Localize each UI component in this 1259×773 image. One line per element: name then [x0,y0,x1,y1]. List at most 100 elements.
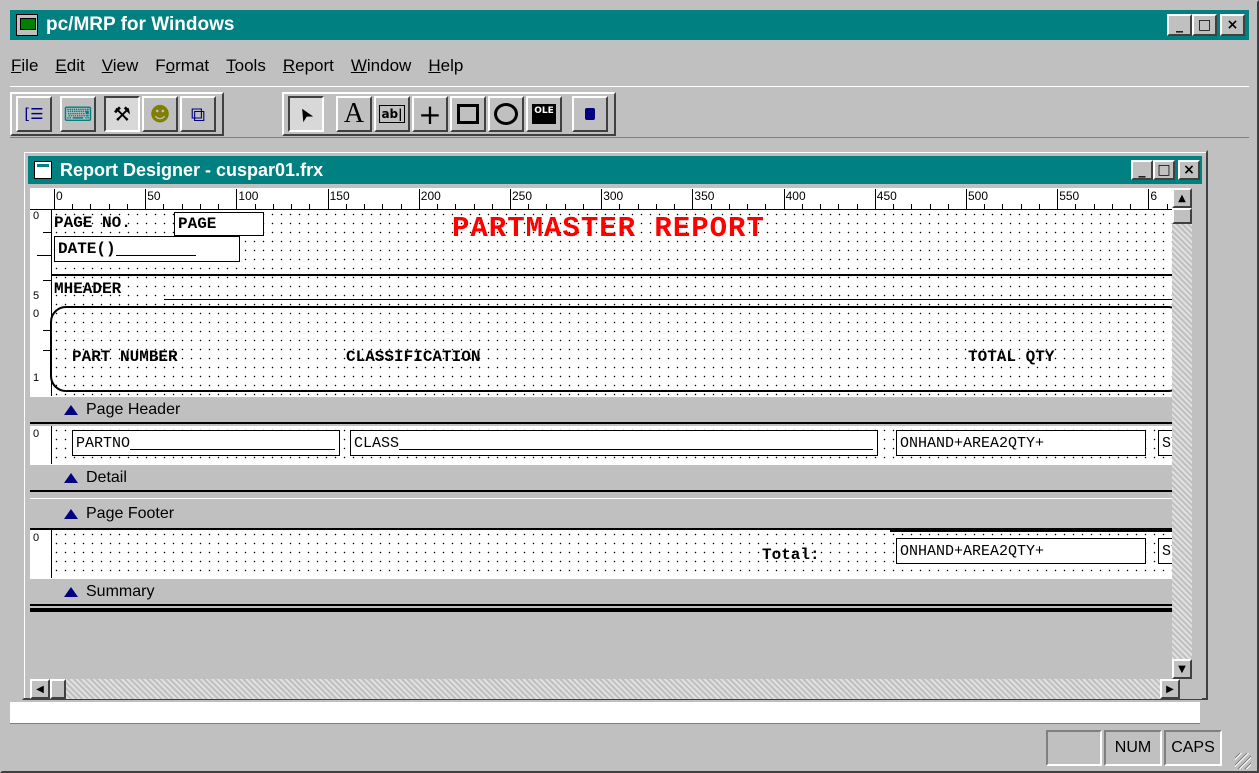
resize-grip[interactable] [1180,679,1202,699]
ruler-tick [1166,204,1168,209]
ruler-tick [838,204,840,209]
vertical-scroll-thumb[interactable] [1172,208,1192,224]
menu-format[interactable]: Format [154,56,210,76]
total-label[interactable]: Total: [762,546,820,564]
total-qty-expression-field[interactable]: ONHAND+AREA2QTY+ [896,538,1146,564]
designer-title-bar[interactable]: Report Designer - cuspar01.frx _ □ × [28,156,1202,184]
detail-band-bar[interactable]: Detail [30,464,1172,492]
color-palette-button[interactable]: ☻ [142,96,178,132]
page-field[interactable]: PAGE [174,212,264,236]
designer-minimize-button[interactable]: _ [1131,160,1153,180]
qty-expression-field[interactable]: ONHAND+AREA2QTY+ [896,430,1146,456]
detail-band[interactable]: PARTNO CLASS ONHAND+AREA2QTY+ ST [52,426,1172,464]
header-divider-line[interactable] [52,274,1172,276]
ruler-tick [181,204,183,209]
rounded-rect-tool-button[interactable] [488,96,524,132]
menu-help[interactable]: Help [427,56,464,76]
menu-view[interactable]: View [101,56,140,76]
designer-maximize-button[interactable]: □ [1153,160,1175,180]
date-field[interactable]: DATE() [54,236,240,262]
summary-top-line[interactable] [890,530,1172,532]
ruler-label: 450 [876,189,897,203]
ruler-tick [163,204,165,209]
ruler-tick [911,204,913,209]
total-st-field[interactable]: ST [1158,538,1172,564]
menu-file[interactable]: File [10,56,39,76]
label-tool-button[interactable]: A [336,96,372,132]
window-resize-grip[interactable] [1235,753,1251,769]
page-header-band-bar[interactable]: Page Header [30,396,1172,424]
layout-button[interactable]: ⧉ [180,96,216,132]
field-list-button[interactable]: [☰ [16,96,52,132]
report-end-line [30,608,1172,612]
close-button[interactable]: × [1220,14,1245,36]
ruler-tick [820,204,822,209]
st-field[interactable]: ST [1158,430,1172,456]
mheader-field[interactable]: MHEADER [54,280,121,298]
col-classification-label[interactable]: CLASSIFICATION [346,348,480,366]
ruler-label: 250 [512,189,533,203]
toolbar: [☰ ⌨ ⚒ ☻ ⧉ ➤ A ab| + OLE [10,86,1249,138]
field-tool-icon: ab| [379,105,405,123]
menu-edit[interactable]: Edit [54,56,85,76]
minimize-icon: _ [1176,17,1183,33]
vertical-ruler-page-header: 0 5 0 1 [30,210,52,396]
ruler-tick [692,189,694,209]
ruler-tick [327,189,329,209]
report-controls-toggle[interactable]: ⚒ [104,96,140,132]
summary-band-bar[interactable]: Summary [30,578,1172,606]
menu-report[interactable]: Report [282,56,335,76]
app-title-bar[interactable]: pc/MRP for Windows _ □ × [10,10,1249,40]
minimize-icon: _ [1138,162,1146,178]
maximize-icon: □ [1197,17,1212,33]
page-header-band[interactable]: PAGE NO. PAGE DATE() PARTMASTER REPORT M… [50,210,1172,396]
menu-tools[interactable]: Tools [225,56,267,76]
ruler-tick [437,204,439,209]
vertical-ruler-detail: 0 [30,426,52,464]
select-objects-button[interactable]: ➤ [288,96,324,132]
minimize-button[interactable]: _ [1167,14,1192,36]
horizontal-scroll-thumb[interactable] [50,679,66,699]
report-document-icon[interactable] [34,161,52,179]
ole-object-button[interactable]: OLE [526,96,562,132]
vertical-scrollbar[interactable]: ▲ ▼ [1172,188,1192,679]
rectangle-tool-button[interactable] [450,96,486,132]
data-environment-icon: ⌨ [63,102,93,126]
rounded-rect-tool-icon [494,103,518,125]
col-total-qty-label[interactable]: TOTAL QTY [968,348,1054,366]
ruler-tick [491,204,493,209]
menu-window[interactable]: Window [350,56,412,76]
ruler-tick [1057,189,1059,209]
report-canvas: 0 5 0 1 PAGE NO. PAGE DATE() PARTMASTER … [30,210,1172,650]
rectangle-tool-icon [457,104,479,124]
detail-band-label: Detail [86,468,127,486]
button-lock-button[interactable] [572,96,608,132]
report-title-label[interactable]: PARTMASTER REPORT [452,212,765,245]
status-bar: NUM CAPS [6,726,1253,771]
data-environment-button[interactable]: ⌨ [60,96,96,132]
app-icon[interactable] [16,14,38,36]
band-triangle-icon [64,404,78,415]
ruler-tick [199,204,201,209]
designer-close-button[interactable]: × [1178,160,1200,180]
scroll-down-button[interactable]: ▼ [1172,659,1192,679]
ruler-tick [72,204,74,209]
page-footer-band-bar[interactable]: Page Footer [30,498,1172,530]
maximize-button[interactable]: □ [1192,14,1217,36]
designer-title: Report Designer - cuspar01.frx [60,159,324,180]
partno-field[interactable]: PARTNO [72,430,340,456]
scroll-up-button[interactable]: ▲ [1172,188,1192,208]
summary-band[interactable]: Total: ONHAND+AREA2QTY+ ST [52,530,1172,578]
band-triangle-icon [64,508,78,519]
ruler-tick [364,204,366,209]
field-tool-button[interactable]: ab| [374,96,410,132]
ruler-tick [236,189,238,209]
page-no-label[interactable]: PAGE NO. [54,214,131,232]
col-part-number-label[interactable]: PART NUMBER [72,348,178,366]
scroll-right-button[interactable]: ▶ [1160,679,1180,699]
line-tool-button[interactable]: + [412,96,448,132]
horizontal-scrollbar[interactable]: ◀ ▶ [30,679,1202,699]
class-field[interactable]: CLASS [350,430,878,456]
scroll-left-button[interactable]: ◀ [30,679,50,699]
menu-bar: File Edit View Format Tools Report Windo… [10,52,479,80]
